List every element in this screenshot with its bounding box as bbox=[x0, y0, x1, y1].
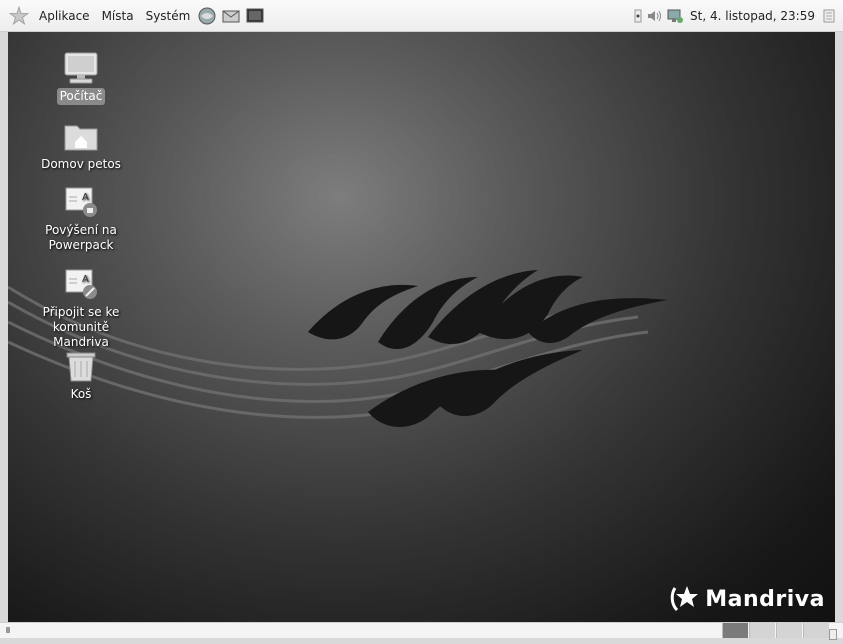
community-icon: A bbox=[61, 266, 101, 302]
logout-icon[interactable] bbox=[823, 9, 835, 23]
trash-applet-icon[interactable] bbox=[829, 625, 837, 644]
workspace-2[interactable] bbox=[749, 623, 775, 638]
workspace-3[interactable] bbox=[776, 623, 802, 638]
desktop-icon-label: Povýšení na Powerpack bbox=[45, 223, 117, 252]
mail-launcher-icon[interactable] bbox=[221, 6, 241, 26]
mandriva-logo: Mandriva bbox=[669, 584, 825, 614]
menu-places[interactable]: Místa bbox=[99, 7, 137, 25]
top-panel: Aplikace Místa Systém St, 4. listopad, 2… bbox=[0, 0, 843, 32]
computer-icon bbox=[61, 50, 101, 86]
clock[interactable]: St, 4. listopad, 23:59 bbox=[690, 9, 815, 23]
desktop-icon-home[interactable]: Domov petos bbox=[21, 118, 141, 173]
upgrade-icon: A bbox=[61, 184, 101, 220]
notification-dot-icon[interactable] bbox=[634, 9, 642, 23]
mandriva-star-icon bbox=[671, 586, 699, 612]
volume-icon[interactable] bbox=[646, 8, 662, 24]
mandriva-logo-text: Mandriva bbox=[705, 586, 825, 612]
main-menu-star-icon[interactable] bbox=[8, 5, 30, 27]
menu-applications[interactable]: Aplikace bbox=[36, 7, 93, 25]
desktop-icon-label: Připojit se ke komunitě Mandriva bbox=[42, 305, 120, 349]
desktop-icon-computer[interactable]: Počítač bbox=[21, 50, 141, 105]
home-folder-icon bbox=[61, 118, 101, 154]
terminal-launcher-icon[interactable] bbox=[245, 6, 265, 26]
desktop-icon-powerpack[interactable]: A Povýšení na Powerpack bbox=[21, 184, 141, 254]
workspace-1[interactable] bbox=[722, 623, 748, 638]
bottom-panel bbox=[0, 622, 843, 640]
desktop-icon-trash[interactable]: Koš bbox=[21, 348, 141, 403]
svg-text:A: A bbox=[82, 274, 89, 285]
desktop[interactable]: Počítač Domov petos A Povýšení na Powerp… bbox=[8, 32, 835, 622]
show-desktop-icon[interactable] bbox=[6, 627, 10, 633]
browser-launcher-icon[interactable] bbox=[197, 6, 217, 26]
trash-icon bbox=[61, 348, 101, 384]
desktop-icon-label: Počítač bbox=[56, 88, 106, 105]
workspace-4[interactable] bbox=[803, 623, 829, 638]
system-tray: St, 4. listopad, 23:59 bbox=[630, 0, 843, 31]
desktop-icon-label: Domov petos bbox=[41, 157, 121, 171]
menu-system[interactable]: Systém bbox=[143, 7, 194, 25]
svg-text:A: A bbox=[82, 192, 89, 203]
desktop-icon-community[interactable]: A Připojit se ke komunitě Mandriva bbox=[21, 266, 141, 351]
network-icon[interactable] bbox=[666, 8, 684, 24]
desktop-icon-label: Koš bbox=[70, 387, 92, 401]
